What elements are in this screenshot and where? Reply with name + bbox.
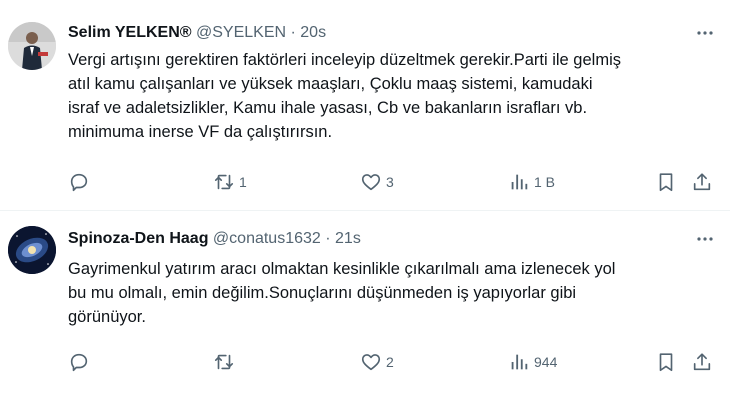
bookmark-button[interactable]: [655, 350, 677, 374]
tweet-header: Spinoza-Den Haag @conatus1632 · 21s: [68, 228, 361, 250]
tweet-actions: 1 3 1 B: [68, 170, 718, 194]
display-name[interactable]: Selim YELKEN®: [68, 24, 192, 41]
bookmark-button[interactable]: [655, 170, 677, 194]
views-icon: [511, 174, 528, 190]
views-icon: [511, 354, 528, 370]
share-icon: [693, 353, 711, 371]
like-count: 3: [386, 174, 394, 190]
avatar[interactable]: [8, 22, 56, 70]
reply-button[interactable]: [68, 350, 94, 374]
timestamp[interactable]: 20s: [300, 24, 326, 41]
share-icon: [693, 173, 711, 191]
retweet-icon: [214, 354, 234, 370]
bookmark-icon: [659, 353, 673, 372]
share-button[interactable]: [691, 350, 713, 374]
views-button[interactable]: 944: [508, 350, 557, 374]
bookmark-icon: [659, 173, 673, 192]
share-button[interactable]: [691, 170, 713, 194]
views-button[interactable]: 1 B: [508, 170, 555, 194]
view-count: 944: [534, 354, 558, 370]
tweet[interactable]: Selim YELKEN® @SYELKEN · 20s Vergi artış…: [0, 0, 730, 211]
avatar[interactable]: [8, 226, 56, 274]
separator-dot: ·: [290, 24, 296, 41]
timestamp[interactable]: 21s: [335, 230, 361, 247]
like-icon: [361, 354, 381, 371]
like-button[interactable]: 3: [360, 170, 394, 194]
tweet[interactable]: Spinoza-Den Haag @conatus1632 · 21s Gayr…: [0, 211, 730, 420]
separator-dot: ·: [325, 230, 331, 247]
like-count: 2: [386, 354, 394, 370]
like-button[interactable]: 2: [360, 350, 394, 374]
more-icon: [697, 237, 713, 241]
more-icon: [697, 31, 713, 35]
reply-button[interactable]: [68, 170, 94, 194]
more-button[interactable]: [694, 22, 716, 44]
user-handle[interactable]: @conatus1632: [213, 230, 321, 247]
tweet-text: Vergi artışını gerektiren faktörleri inc…: [68, 51, 621, 141]
tweet-header: Selim YELKEN® @SYELKEN · 20s: [68, 22, 326, 44]
more-button[interactable]: [694, 228, 716, 250]
like-icon: [361, 174, 381, 191]
user-handle[interactable]: @SYELKEN: [196, 24, 286, 41]
view-count: 1 B: [534, 174, 556, 190]
tweet-actions: 2 944: [68, 350, 718, 374]
retweet-button[interactable]: [213, 350, 239, 374]
retweet-button[interactable]: 1: [213, 170, 247, 194]
reply-icon: [70, 353, 88, 372]
retweet-icon: [214, 174, 234, 190]
display-name[interactable]: Spinoza-Den Haag: [68, 230, 208, 247]
retweet-count: 1: [239, 174, 247, 190]
reply-icon: [70, 173, 88, 192]
tweet-text: Gayrimenkul yatırım aracı olmaktan kesin…: [68, 260, 616, 326]
